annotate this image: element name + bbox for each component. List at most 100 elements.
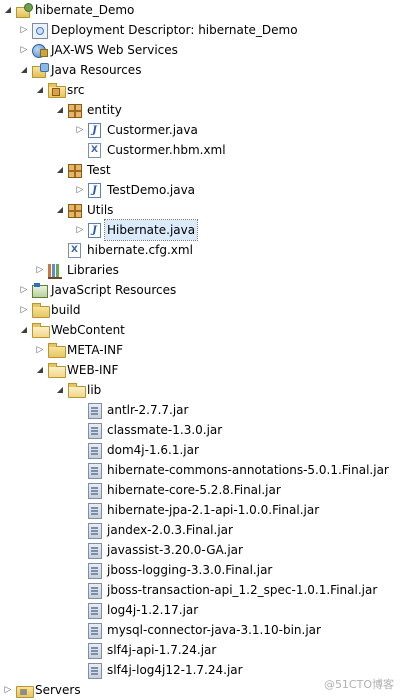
- tree-item-label: Test: [87, 163, 111, 177]
- tree-item[interactable]: JHibernate.java: [0, 219, 402, 241]
- tree-item-label: Custormer.java: [107, 123, 198, 137]
- jar-icon: [88, 563, 102, 579]
- java-resources-icon: [32, 63, 49, 78]
- expand-toggle-icon[interactable]: [74, 220, 86, 240]
- folder-icon: [48, 343, 66, 358]
- tree-item-label: jboss-transaction-api_1.2_spec-1.0.1.Fin…: [107, 583, 378, 597]
- tree-item[interactable]: Test: [0, 160, 402, 180]
- tree-item[interactable]: jboss-transaction-api_1.2_spec-1.0.1.Fin…: [0, 580, 402, 600]
- deployment-descriptor-icon: [32, 23, 48, 39]
- tree-item[interactable]: classmate-1.3.0.jar: [0, 420, 402, 440]
- expand-toggle-icon[interactable]: [2, 680, 14, 700]
- tree-item-label: hibernate-core-5.2.8.Final.jar: [107, 483, 281, 497]
- tree-item[interactable]: entity: [0, 100, 402, 120]
- collapse-toggle-icon[interactable]: [18, 60, 30, 80]
- tree-item[interactable]: lib: [0, 380, 402, 400]
- java-file-icon: J: [88, 183, 101, 198]
- tree-item[interactable]: Deployment Descriptor: hibernate_Demo: [0, 20, 402, 40]
- tree-item[interactable]: J Custormer.java: [0, 120, 402, 140]
- package-icon: [68, 104, 82, 118]
- package-icon: [68, 164, 82, 178]
- tree-item[interactable]: hibernate-jpa-2.1-api-1.0.0.Final.jar: [0, 500, 402, 520]
- tree-item[interactable]: slf4j-api-1.7.24.jar: [0, 640, 402, 660]
- servers-folder-icon: [16, 686, 34, 698]
- tree-item[interactable]: Utils: [0, 200, 402, 220]
- expand-toggle-icon[interactable]: [34, 260, 46, 280]
- tree-item-label: lib: [87, 383, 102, 397]
- expand-toggle-icon[interactable]: [18, 300, 30, 320]
- tree-item[interactable]: X Custormer.hbm.xml: [0, 140, 402, 160]
- tree-item-label: build: [51, 303, 81, 317]
- expand-toggle-icon[interactable]: [74, 180, 86, 200]
- tree-item-label: hibernate-commons-annotations-5.0.1.Fina…: [107, 463, 389, 477]
- collapse-toggle-icon[interactable]: [34, 360, 46, 380]
- tree-item-label: Hibernate.java: [103, 219, 199, 241]
- jar-icon: [88, 503, 102, 519]
- tree-item-label: classmate-1.3.0.jar: [107, 423, 223, 437]
- expand-toggle-icon[interactable]: [18, 40, 30, 60]
- tree-item-label: Custormer.hbm.xml: [107, 143, 226, 157]
- expand-toggle-icon[interactable]: [18, 280, 30, 300]
- tree-item[interactable]: javassist-3.20.0-GA.jar: [0, 540, 402, 560]
- collapse-toggle-icon[interactable]: [54, 200, 66, 220]
- tree-item-label: mysql-connector-java-3.1.10-bin.jar: [107, 623, 321, 637]
- tree-item[interactable]: WebContent: [0, 320, 402, 340]
- tree-item-label: hibernate_Demo: [35, 3, 135, 17]
- jar-icon: [88, 543, 102, 559]
- jar-icon: [88, 403, 102, 419]
- tree-item-label: javassist-3.20.0-GA.jar: [107, 543, 243, 557]
- project-explorer-tree: hibernate_Demo Deployment Descriptor: hib…: [0, 0, 402, 700]
- expand-toggle-icon[interactable]: [74, 120, 86, 140]
- tree-item[interactable]: jboss-logging-3.3.0.Final.jar: [0, 560, 402, 580]
- tree-item[interactable]: Libraries: [0, 260, 402, 280]
- tree-item[interactable]: jandex-2.0.3.Final.jar: [0, 520, 402, 540]
- tree-item-label: src: [67, 83, 85, 97]
- tree-item[interactable]: antlr-2.7.7.jar: [0, 400, 402, 420]
- jar-icon: [88, 603, 102, 619]
- watermark: @51CTO博客: [323, 678, 394, 691]
- tree-item[interactable]: META-INF: [0, 340, 402, 360]
- tree-item-label: META-INF: [67, 343, 124, 357]
- tree-item[interactable]: src: [0, 80, 402, 100]
- tree-item[interactable]: JavaScript Resources: [0, 280, 402, 300]
- expand-toggle-icon[interactable]: [34, 340, 46, 360]
- tree-item-label: JavaScript Resources: [51, 283, 177, 297]
- tree-item-label: jandex-2.0.3.Final.jar: [107, 523, 233, 537]
- xml-file-icon: X: [88, 143, 101, 158]
- collapse-toggle-icon[interactable]: [54, 160, 66, 180]
- tree-item-label: hibernate.cfg.xml: [87, 243, 193, 257]
- tree-item-label: hibernate-jpa-2.1-api-1.0.0.Final.jar: [107, 503, 320, 517]
- collapse-toggle-icon[interactable]: [54, 380, 66, 400]
- tree-item-label: dom4j-1.6.1.jar: [107, 443, 199, 457]
- web-services-icon: [32, 43, 48, 58]
- jar-icon: [88, 663, 102, 679]
- collapse-toggle-icon[interactable]: [34, 80, 46, 100]
- tree-item[interactable]: J TestDemo.java: [0, 180, 402, 200]
- tree-item[interactable]: JAX-WS Web Services: [0, 40, 402, 60]
- tree-item-label: jboss-logging-3.3.0.Final.jar: [107, 563, 273, 577]
- collapse-toggle-icon[interactable]: [18, 320, 30, 340]
- expand-toggle-icon[interactable]: [18, 20, 30, 40]
- project-icon: [16, 3, 33, 18]
- jar-icon: [88, 483, 102, 499]
- tree-item[interactable]: mysql-connector-java-3.1.10-bin.jar: [0, 620, 402, 640]
- tree-item[interactable]: hibernate-commons-annotations-5.0.1.Fina…: [0, 460, 402, 480]
- folder-open-icon: [68, 383, 86, 398]
- javascript-resources-icon: [32, 283, 48, 298]
- tree-item[interactable]: log4j-1.2.17.jar: [0, 600, 402, 620]
- tree-item[interactable]: hibernate_Demo: [0, 0, 402, 20]
- tree-item[interactable]: WEB-INF: [0, 360, 402, 380]
- tree-item[interactable]: build: [0, 300, 402, 320]
- source-folder-icon: [48, 83, 66, 98]
- tree-item[interactable]: Java Resources: [0, 60, 402, 80]
- jar-icon: [88, 583, 102, 599]
- tree-item-label: Utils: [87, 203, 114, 217]
- tree-item[interactable]: hibernate-core-5.2.8.Final.jar: [0, 480, 402, 500]
- tree-item[interactable]: Xhibernate.cfg.xml: [0, 240, 402, 260]
- tree-item-label: WEB-INF: [67, 363, 119, 377]
- tree-item-label: TestDemo.java: [107, 183, 196, 197]
- tree-item-label: Deployment Descriptor: hibernate_Demo: [51, 23, 298, 37]
- tree-item[interactable]: dom4j-1.6.1.jar: [0, 440, 402, 460]
- collapse-toggle-icon[interactable]: [54, 100, 66, 120]
- collapse-toggle-icon[interactable]: [2, 0, 14, 20]
